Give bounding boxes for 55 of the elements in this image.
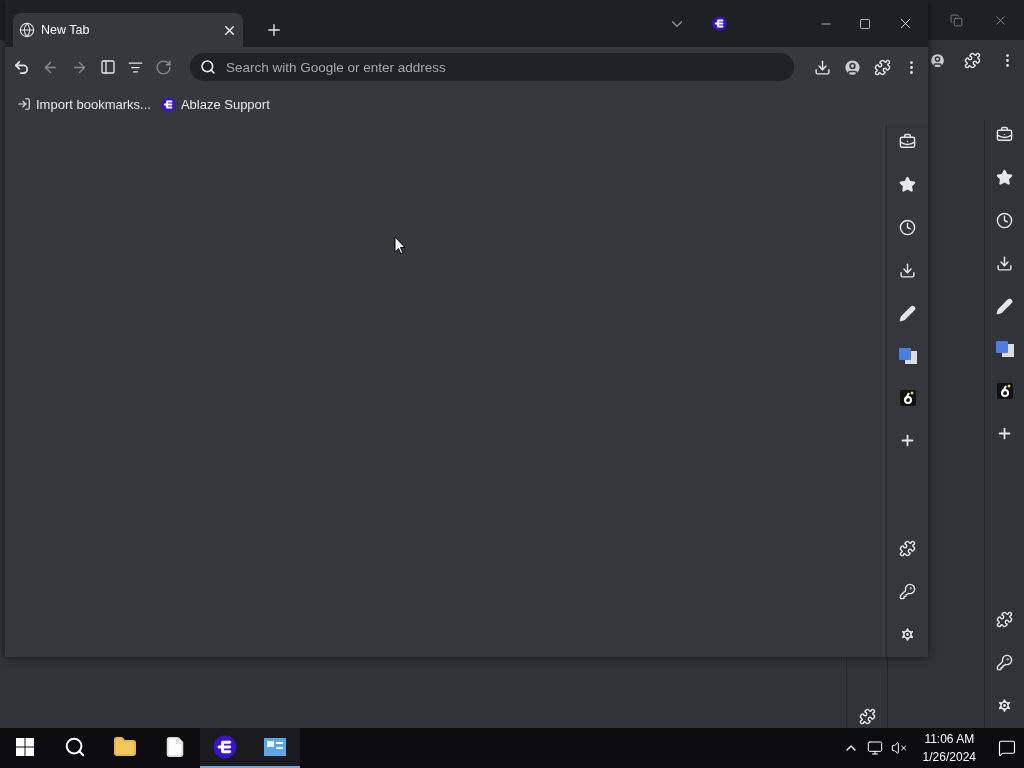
pencil-icon[interactable] — [996, 298, 1013, 315]
globe-icon[interactable] — [19, 22, 35, 38]
address-field[interactable]: Search with Google or enter address — [190, 53, 794, 81]
start-icon[interactable] — [16, 738, 34, 756]
cursor-icon — [394, 236, 406, 255]
reload-icon[interactable] — [155, 58, 172, 76]
puzzle-icon[interactable] — [874, 58, 891, 76]
network-icon[interactable] — [866, 740, 883, 756]
translate-icon[interactable] — [995, 341, 1014, 357]
download-icon[interactable] — [996, 255, 1013, 272]
avatar-icon[interactable] — [843, 57, 862, 77]
file-icon[interactable] — [164, 736, 186, 758]
settings-icon[interactable] — [996, 697, 1013, 714]
add-icon[interactable] — [996, 425, 1013, 442]
clock-icon[interactable] — [996, 212, 1013, 229]
search-icon — [200, 59, 216, 75]
star-icon[interactable] — [996, 169, 1013, 186]
briefcase-icon[interactable] — [996, 126, 1013, 143]
import-icon[interactable] — [17, 97, 31, 111]
clock-time: 11:06 AM — [924, 731, 975, 748]
maximize-icon[interactable] — [859, 17, 871, 30]
notification-icon[interactable] — [998, 739, 1016, 757]
taskbar-app[interactable] — [250, 728, 300, 768]
avatar-icon[interactable] — [929, 51, 946, 69]
browser-icon[interactable] — [213, 735, 237, 759]
briefcase-icon[interactable] — [899, 133, 916, 150]
download-icon[interactable] — [899, 262, 916, 279]
key-icon[interactable] — [899, 583, 916, 600]
puzzle-icon[interactable] — [858, 708, 876, 725]
bookmark-link[interactable]: Ablaze Support — [160, 96, 270, 112]
browser-tab[interactable]: New Tab — [13, 13, 243, 47]
key-icon[interactable] — [996, 654, 1013, 671]
add-icon[interactable] — [899, 432, 916, 449]
taskbar-app[interactable] — [200, 728, 250, 768]
undo-icon[interactable] — [13, 58, 30, 76]
puzzle-icon[interactable] — [899, 540, 916, 557]
list-icon[interactable] — [128, 59, 143, 75]
volume-muted-icon[interactable] — [890, 740, 907, 756]
translate-icon[interactable] — [898, 348, 917, 364]
clock-date: 1/26/2024 — [922, 749, 976, 766]
settings-icon[interactable] — [899, 626, 916, 643]
folder-icon[interactable] — [113, 735, 137, 759]
search-icon[interactable] — [64, 736, 86, 758]
sidebar-toggle-icon[interactable] — [100, 59, 116, 75]
star-icon[interactable] — [899, 176, 916, 193]
download-icon[interactable] — [814, 58, 831, 76]
six-app-icon[interactable] — [899, 390, 916, 406]
puzzle-icon[interactable] — [996, 611, 1013, 628]
puzzle-icon[interactable] — [964, 51, 981, 69]
new-tab-icon[interactable] — [265, 21, 283, 39]
six-app-icon[interactable] — [996, 383, 1013, 399]
pencil-icon[interactable] — [899, 305, 916, 322]
restore-icon[interactable] — [950, 13, 963, 27]
bookmark-label: Ablaze Support — [180, 96, 270, 112]
clock-icon[interactable] — [899, 219, 916, 236]
